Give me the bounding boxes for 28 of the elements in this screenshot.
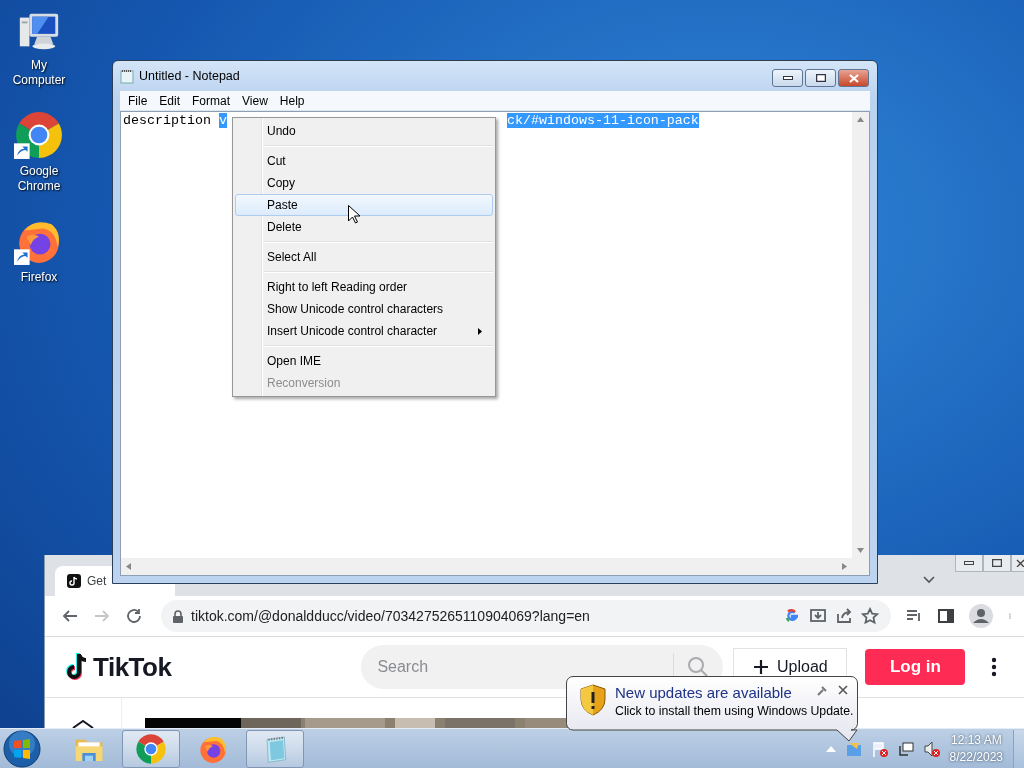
menu-item[interactable]: Show Unicode control characters: [235, 298, 493, 320]
url-text: tiktok.com/@donaldducc/video/7034275265110904069?lang=en: [191, 608, 591, 624]
menu-item[interactable]: Format: [186, 93, 237, 108]
menu-item[interactable]: Right to left Reading order: [235, 276, 493, 298]
icon-label[interactable]: Firefox: [4, 270, 74, 285]
site-logo[interactable]: TikTok: [93, 651, 172, 683]
document-text: description: [123, 113, 212, 128]
login-button[interactable]: Log in: [865, 649, 966, 685]
menu-item[interactable]: Insert Unicode control character: [235, 320, 493, 342]
selected-text: ck/#windows-11-icon-pack: [506, 113, 699, 128]
menu-item[interactable]: Copy: [235, 172, 493, 194]
selected-text: v: [219, 113, 227, 128]
menu-item[interactable]: Open IME: [235, 350, 493, 372]
menu-item[interactable]: Select All: [235, 246, 493, 268]
notification-message[interactable]: Click to install them using Windows Update.: [615, 704, 854, 718]
menu-item[interactable]: Cut: [235, 150, 493, 172]
menu-item[interactable]: View: [236, 93, 274, 108]
icon-label[interactable]: My Computer: [4, 58, 74, 88]
icon-label[interactable]: Google Chrome: [4, 164, 74, 194]
menu-item[interactable]: Undo: [235, 120, 493, 142]
address-bar[interactable]: tiktok.com/@donaldducc/video/7034275265110904069?lang=en: [161, 600, 891, 632]
window-title: Untitled - Notepad: [139, 69, 240, 83]
tab-title: Get: [87, 574, 107, 588]
menu-item[interactable]: Help: [273, 93, 311, 108]
menu-item[interactable]: Paste: [235, 194, 493, 216]
menu-item[interactable]: Edit: [153, 93, 187, 108]
menu-item[interactable]: File: [122, 93, 154, 108]
menu-item[interactable]: Delete: [235, 216, 493, 238]
